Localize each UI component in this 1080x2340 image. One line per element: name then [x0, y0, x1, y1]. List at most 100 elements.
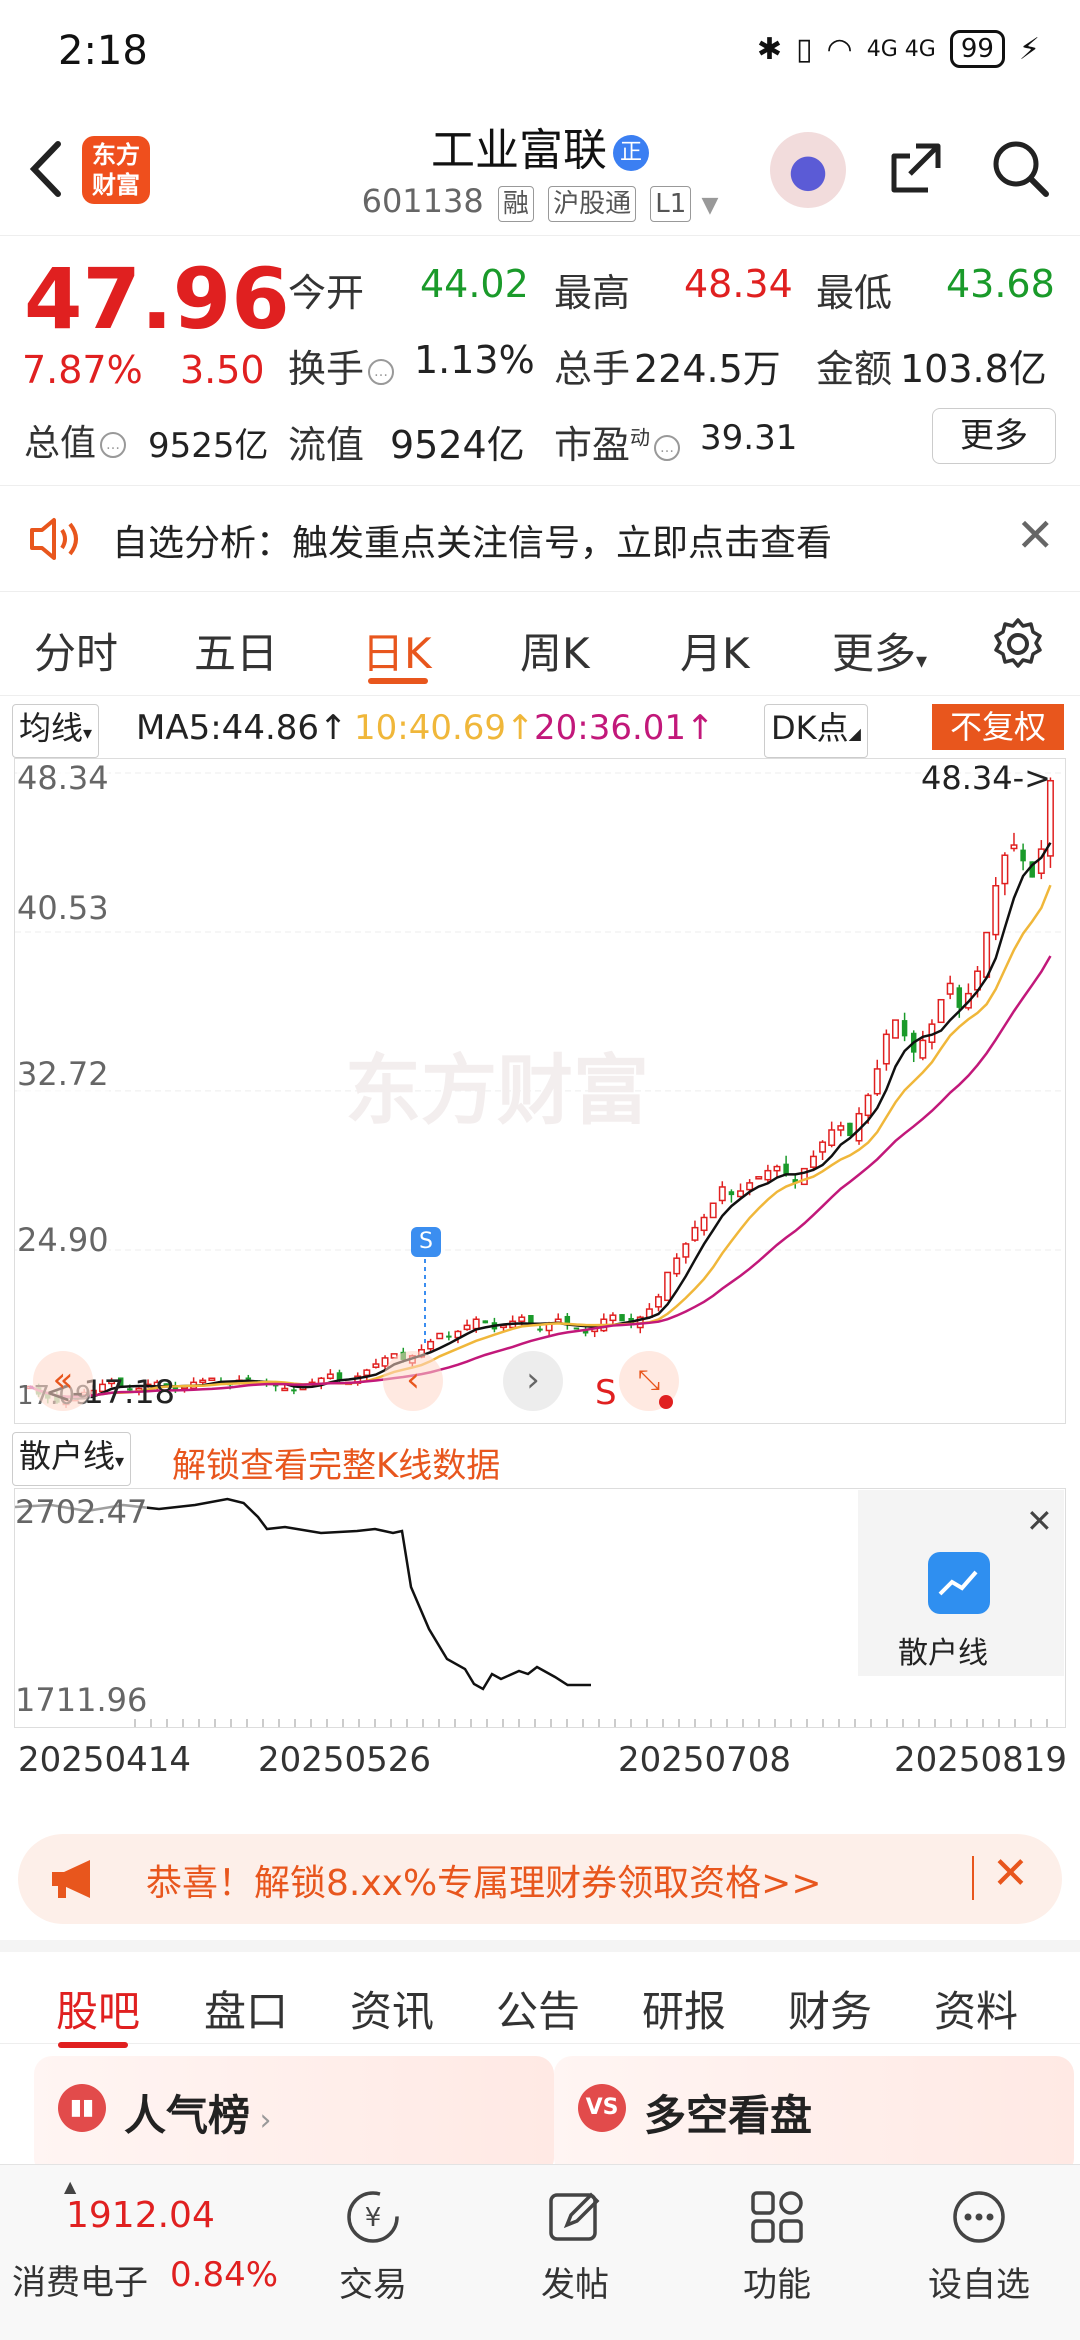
- last-price: 47.96: [24, 250, 290, 348]
- amount-label: 金额: [816, 347, 893, 391]
- mcap-label: 总值…: [24, 414, 130, 466]
- nav-post[interactable]: 发帖: [510, 2187, 640, 2306]
- status-time: 2:18: [58, 28, 148, 74]
- tab-underline: [58, 2042, 128, 2048]
- dk-select[interactable]: DK点◢: [764, 704, 868, 758]
- tag-margin: 融: [497, 186, 534, 222]
- tab-profile[interactable]: 资料: [934, 1978, 1018, 2039]
- candle: [664, 1271, 672, 1302]
- kline-chart[interactable]: 东方财富 48.34 40.53 32.72 24.90 17.09 48.34…: [14, 758, 1066, 1424]
- tab-daily-k[interactable]: 日K: [362, 620, 432, 681]
- candle: [709, 1202, 717, 1219]
- candle: [700, 1213, 708, 1236]
- change-amount: 3.50: [180, 348, 265, 392]
- index-value[interactable]: 1912.04: [66, 2195, 215, 2236]
- open-label: 今开: [288, 271, 365, 315]
- chevron-right-icon[interactable]: ›: [503, 1351, 563, 1411]
- tab-more[interactable]: 更多▾: [832, 620, 927, 681]
- close-icon[interactable]: ✕: [1016, 508, 1055, 562]
- high-label: 最高: [554, 271, 631, 315]
- candle: [892, 1019, 899, 1039]
- close-icon[interactable]: ✕: [1026, 1502, 1053, 1540]
- promo-text: 恭喜！解锁8.xx%专属理财券领取资格>>: [146, 1863, 822, 1904]
- ai-assistant-icon[interactable]: [770, 132, 846, 208]
- candle: [910, 1030, 917, 1063]
- adjust-button[interactable]: 不复权: [932, 704, 1064, 750]
- retail-line-popup[interactable]: ✕ 散户线: [858, 1490, 1064, 1676]
- close-icon[interactable]: ✕: [992, 1848, 1029, 1899]
- nav-add-watchlist[interactable]: 设自选: [914, 2187, 1044, 2306]
- date-label: 20250819: [894, 1740, 1068, 1780]
- tab-weekly-k[interactable]: 周K: [520, 620, 590, 681]
- candle: [873, 1059, 881, 1096]
- lower-y-tick: 1711.96: [15, 1681, 148, 1719]
- candle: [600, 1313, 608, 1333]
- signal-icon: 4G 4G: [866, 36, 936, 62]
- tab-finance[interactable]: 财务: [788, 1978, 872, 2039]
- tag-connect: 沪股通: [548, 186, 637, 222]
- index-name[interactable]: 消费电子: [12, 2255, 148, 2304]
- alert-dot: [659, 1395, 673, 1409]
- amount-value: 103.8亿: [900, 347, 1047, 391]
- candle: [326, 1369, 334, 1380]
- share-icon[interactable]: [886, 138, 946, 198]
- candle: [1001, 852, 1009, 896]
- tab-announcements[interactable]: 公告: [496, 1978, 580, 2039]
- promo-banner[interactable]: 恭喜！解锁8.xx%专属理财券领取资格>> ✕: [18, 1834, 1062, 1924]
- more-button[interactable]: 更多: [932, 408, 1056, 464]
- stock-code: 601138: [361, 182, 484, 220]
- date-axis: 20250414 20250526 20250708 20250819: [0, 1740, 1080, 1790]
- rank-icon: ▮▮: [58, 2084, 106, 2132]
- lower-y-tick: 2702.47: [15, 1493, 148, 1531]
- popularity-card[interactable]: ▮▮ 人气榜 ›: [34, 2056, 554, 2176]
- signal-marker[interactable]: S: [411, 1227, 441, 1257]
- turnover-value: 1.13%: [414, 338, 535, 382]
- stock-header: 东方 财富 工业富联正 601138 融 沪股通 L1 ▼: [0, 104, 1080, 236]
- candle: [882, 1029, 890, 1071]
- candle: [482, 1320, 489, 1324]
- tab-monthly-k[interactable]: 月K: [680, 620, 750, 681]
- divider: [972, 1856, 974, 1900]
- tab-guba[interactable]: 股吧: [56, 1978, 140, 2039]
- float-label: 流值: [288, 423, 365, 467]
- chevron-down-icon[interactable]: ▼: [701, 193, 718, 218]
- bluetooth-icon: ✱: [756, 31, 783, 67]
- date-label: 20250526: [258, 1740, 432, 1780]
- high-annotation: 48.34->: [921, 759, 1051, 797]
- info-icon: …: [368, 358, 395, 385]
- analysis-notice[interactable]: 自选分析：触发重点关注信号，立即点击查看 ✕: [0, 486, 1080, 592]
- rewind-icon[interactable]: «: [33, 1351, 93, 1411]
- unlock-link[interactable]: 解锁查看完整K线数据: [172, 1438, 500, 1487]
- tab-research[interactable]: 研报: [642, 1978, 726, 2039]
- tab-intraday[interactable]: 分时: [34, 620, 118, 681]
- candle: [847, 1122, 853, 1137]
- retail-line-icon: [928, 1552, 990, 1614]
- date-label: 20250708: [618, 1740, 792, 1780]
- candle: [937, 998, 945, 1024]
- nav-trade[interactable]: ¥ 交易: [308, 2187, 438, 2306]
- nav-functions[interactable]: 功能: [712, 2187, 842, 2306]
- search-icon[interactable]: [988, 136, 1052, 200]
- candle: [463, 1319, 471, 1331]
- tab-news[interactable]: 资讯: [350, 1978, 434, 2039]
- tab-five-day[interactable]: 五日: [194, 620, 278, 681]
- popup-label: 散户线: [898, 1636, 988, 1671]
- indicator-select[interactable]: 均线▾: [12, 704, 100, 758]
- tag-level: L1: [650, 186, 692, 222]
- tab-pankou[interactable]: 盘口: [204, 1978, 288, 2039]
- lower-indicator-select[interactable]: 散户线▾: [12, 1432, 132, 1486]
- candle: [673, 1253, 681, 1277]
- bull-bear-card[interactable]: VS 多空看盘: [554, 2056, 1074, 2176]
- gear-icon[interactable]: [990, 616, 1046, 672]
- info-icon: …: [100, 432, 127, 458]
- candle: [992, 877, 1000, 941]
- turnover-label: 换手…: [288, 338, 398, 393]
- volume-value: 224.5万: [634, 347, 781, 391]
- vibrate-icon: ▯: [796, 31, 813, 67]
- chevron-left-icon[interactable]: ‹: [383, 1351, 443, 1411]
- candle: [291, 1386, 297, 1395]
- candle: [1010, 832, 1018, 852]
- candle: [755, 1176, 763, 1180]
- index-change: 0.84%: [170, 2255, 279, 2295]
- mcap-value: 9525亿: [148, 426, 269, 466]
